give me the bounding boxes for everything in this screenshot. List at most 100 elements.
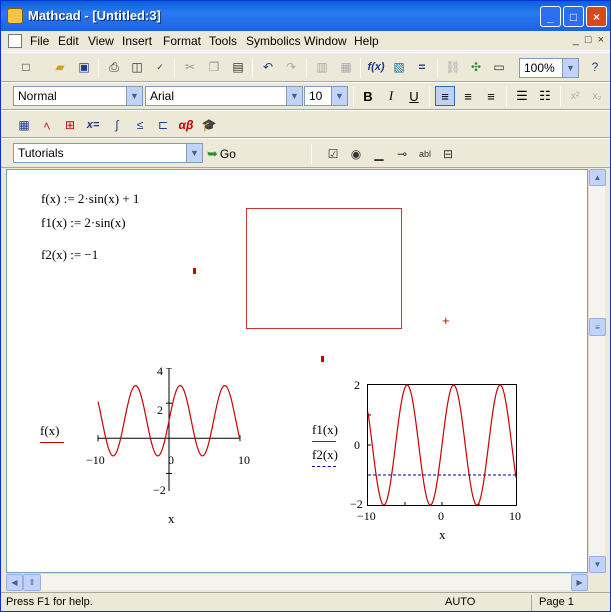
scroll-down-button[interactable]: ▼ bbox=[589, 556, 606, 573]
insert-function-icon[interactable]: f(x) bbox=[367, 58, 385, 76]
close-button[interactable]: × bbox=[586, 6, 607, 27]
chevron-down-icon[interactable]: ▼ bbox=[331, 87, 347, 105]
spellcheck-icon[interactable]: ✓ bbox=[151, 58, 169, 76]
chevron-down-icon[interactable]: ▼ bbox=[126, 87, 142, 105]
mathcad-app-icon[interactable] bbox=[7, 8, 23, 24]
insert-unit-icon[interactable]: ▧ bbox=[390, 58, 408, 76]
programming-toolbar-icon[interactable]: ⊏ bbox=[154, 116, 172, 134]
menu-tools[interactable]: Tools bbox=[209, 34, 237, 48]
minimize-button[interactable]: _ bbox=[540, 6, 561, 27]
maximize-button[interactable]: □ bbox=[563, 6, 584, 27]
radio-control-icon[interactable]: ◉ bbox=[347, 145, 365, 163]
plot-f-xtick-right: 10 bbox=[238, 453, 250, 467]
plot-f2-ylabel[interactable]: f2(x) bbox=[312, 447, 338, 463]
print-preview-icon[interactable]: ◫ bbox=[128, 58, 146, 76]
title-bar[interactable]: Mathcad - [Untitled:3] _ □ × bbox=[1, 1, 610, 31]
menu-view[interactable]: View bbox=[88, 34, 114, 48]
numbered-list-icon[interactable]: ☷ bbox=[535, 86, 555, 106]
graph-toolbar-icon[interactable]: ﾍ bbox=[38, 116, 56, 134]
evaluation-toolbar-icon[interactable]: x= bbox=[84, 116, 102, 134]
save-icon[interactable]: ▣ bbox=[75, 58, 93, 76]
symbolic-toolbar-icon[interactable]: 🎓 bbox=[200, 116, 218, 134]
plot-f1-ylabel[interactable]: f1(x) bbox=[312, 422, 338, 438]
plot-f1-f2-canvas[interactable] bbox=[367, 384, 517, 506]
copy-icon[interactable]: ❐ bbox=[205, 58, 223, 76]
chevron-down-icon[interactable]: ▼ bbox=[562, 59, 578, 77]
menu-window[interactable]: Window bbox=[304, 34, 347, 48]
paste-icon[interactable]: ▤ bbox=[229, 58, 247, 76]
new-document-icon[interactable]: □ bbox=[17, 58, 35, 76]
mdi-minimize-button[interactable]: _ bbox=[573, 34, 579, 46]
align-left-button[interactable]: ≡ bbox=[435, 86, 455, 106]
vertical-scroll-thumb[interactable]: ≡ bbox=[589, 318, 606, 336]
tutorials-select[interactable]: Tutorials ▼ bbox=[13, 143, 203, 163]
push-button-control-icon[interactable]: ▁ bbox=[370, 145, 388, 163]
mdi-close-button[interactable]: × bbox=[598, 34, 604, 46]
go-button[interactable]: ➥ Go bbox=[207, 146, 236, 162]
insert-hyperlink-icon[interactable]: ⛓ bbox=[444, 58, 462, 76]
boolean-toolbar-icon[interactable]: ≤ bbox=[131, 116, 149, 134]
chevron-down-icon[interactable]: ▼ bbox=[186, 144, 202, 162]
align-center-button[interactable]: ≡ bbox=[458, 86, 478, 106]
empty-region[interactable] bbox=[246, 208, 402, 329]
plot-f-canvas[interactable] bbox=[94, 368, 244, 491]
plot-f-xlabel[interactable]: x bbox=[168, 511, 175, 527]
calculus-toolbar-icon[interactable]: ∫ bbox=[108, 116, 126, 134]
menu-file[interactable]: File bbox=[30, 34, 49, 48]
mdi-restore-button[interactable]: □ bbox=[585, 34, 592, 46]
redo-icon[interactable]: ↷ bbox=[282, 58, 300, 76]
help-icon[interactable]: ? bbox=[586, 58, 604, 76]
bold-button[interactable]: B bbox=[358, 86, 378, 106]
subscript-icon[interactable]: x₂ bbox=[587, 86, 607, 106]
menu-format[interactable]: Format bbox=[163, 34, 201, 48]
status-bar: Press F1 for help. AUTO Page 1 bbox=[1, 592, 610, 612]
align-right-button[interactable]: ≡ bbox=[481, 86, 501, 106]
open-folder-icon[interactable]: ▰ bbox=[51, 58, 69, 76]
listbox-control-icon[interactable]: ⊟ bbox=[439, 145, 457, 163]
checkbox-control-icon[interactable]: ☑ bbox=[324, 145, 342, 163]
matrix-toolbar-icon[interactable]: ⊞ bbox=[61, 116, 79, 134]
insertion-marker bbox=[321, 356, 324, 362]
italic-button[interactable]: I bbox=[381, 86, 401, 106]
cut-icon[interactable]: ✂ bbox=[181, 58, 199, 76]
calculate-icon[interactable]: = bbox=[413, 58, 431, 76]
zoom-select[interactable]: 100% ▼ bbox=[519, 58, 579, 78]
menu-insert[interactable]: Insert bbox=[122, 34, 152, 48]
worksheet[interactable]: f(x) := 2·sin(x) + 1 f1(x) := 2·sin(x) f… bbox=[6, 169, 588, 573]
print-icon[interactable]: ⎙ bbox=[105, 58, 123, 76]
horizontal-scrollbar[interactable]: ◀ ⦀ ▶ bbox=[6, 573, 588, 591]
align-left-icon[interactable]: ▦ bbox=[337, 58, 355, 76]
formatting-toolbar: Normal ▼ Arial ▼ 10 ▼ B I U ≡ ≡ ≡ ☰ ☷ x²… bbox=[1, 82, 610, 110]
font-size-select[interactable]: 10 ▼ bbox=[304, 86, 348, 106]
separator bbox=[560, 87, 561, 107]
underline-button[interactable]: U bbox=[404, 86, 424, 106]
plot-f-ylabel[interactable]: f(x) bbox=[40, 423, 60, 439]
component-wizard-icon[interactable]: ✣ bbox=[467, 58, 485, 76]
menu-edit[interactable]: Edit bbox=[58, 34, 79, 48]
superscript-icon[interactable]: x² bbox=[565, 86, 585, 106]
horizontal-scroll-thumb[interactable]: ⦀ bbox=[23, 574, 41, 591]
scroll-up-button[interactable]: ▲ bbox=[589, 169, 606, 186]
definition-f1[interactable]: f1(x) := 2·sin(x) bbox=[41, 215, 126, 231]
resource-center-icon[interactable]: ▭ bbox=[490, 58, 508, 76]
align-top-icon[interactable]: ▥ bbox=[313, 58, 331, 76]
document-icon[interactable] bbox=[8, 34, 22, 48]
scroll-left-button[interactable]: ◀ bbox=[6, 574, 23, 591]
style-select[interactable]: Normal ▼ bbox=[13, 86, 143, 106]
font-select[interactable]: Arial ▼ bbox=[145, 86, 303, 106]
scroll-right-button[interactable]: ▶ bbox=[571, 574, 588, 591]
slider-control-icon[interactable]: ⊸ bbox=[393, 145, 411, 163]
chevron-down-icon[interactable]: ▼ bbox=[286, 87, 302, 105]
menu-symbolics[interactable]: Symbolics bbox=[246, 34, 301, 48]
plot-f1-xtick-right: 10 bbox=[509, 509, 521, 523]
menu-help[interactable]: Help bbox=[354, 34, 379, 48]
plot-f1-f2-xlabel[interactable]: x bbox=[439, 527, 446, 543]
definition-f2[interactable]: f2(x) := −1 bbox=[41, 247, 98, 263]
undo-icon[interactable]: ↶ bbox=[259, 58, 277, 76]
bullet-list-icon[interactable]: ☰ bbox=[512, 86, 532, 106]
definition-f[interactable]: f(x) := 2·sin(x) + 1 bbox=[41, 191, 139, 207]
calculator-toolbar-icon[interactable]: ▦ bbox=[15, 116, 33, 134]
greek-toolbar-icon[interactable]: αβ bbox=[177, 116, 195, 134]
vertical-scrollbar[interactable]: ▲ ≡ ▼ bbox=[588, 169, 606, 573]
textbox-control-icon[interactable]: abl bbox=[416, 145, 434, 163]
